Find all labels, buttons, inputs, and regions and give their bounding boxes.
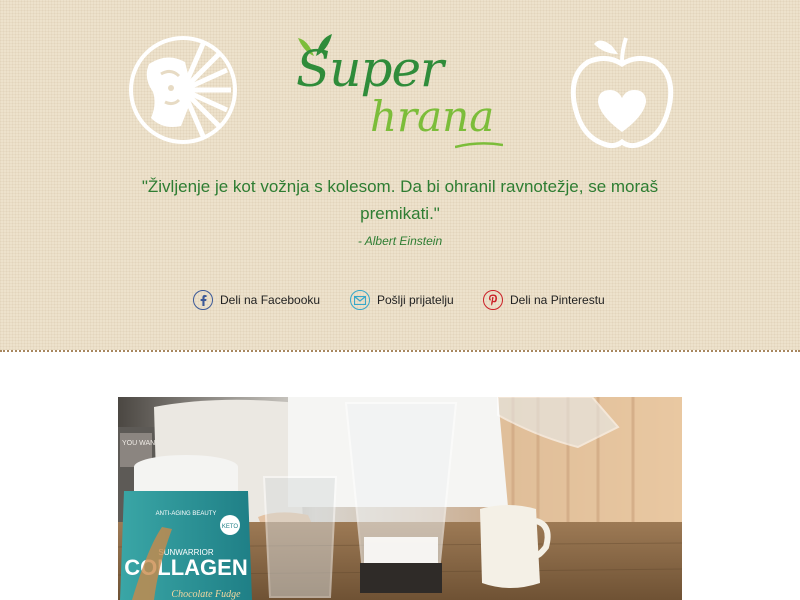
header-divider (0, 350, 800, 352)
share-email-label: Pošlji prijatelju (377, 293, 454, 307)
facebook-icon (193, 290, 213, 310)
brand-swoosh (455, 142, 503, 149)
article-photo[interactable]: YOU WANT BEST ANTI-AGING BEAUTY SUNWARRI… (118, 397, 682, 600)
share-pinterest-label: Deli na Pinterestu (510, 293, 605, 307)
product-flavor: Chocolate Fudge (171, 589, 241, 600)
quote-author: - Albert Einstein (357, 234, 443, 248)
apple-heart-logo-icon (570, 37, 674, 149)
share-facebook-label: Deli na Facebooku (220, 293, 321, 307)
product-badge: KETO (222, 524, 239, 530)
share-pinterest-link[interactable]: Deli na Pinterestu (483, 288, 605, 312)
newsletter-header: Super hrana "Življenje je kot vožnja s k… (0, 0, 800, 350)
brand-logo[interactable]: Super hrana (290, 30, 515, 155)
share-facebook-link[interactable]: Deli na Facebooku (193, 288, 320, 312)
pinterest-icon (483, 290, 503, 310)
brand-word-hrana: hrana (370, 92, 495, 141)
quote-text: "Življenje je kot vožnja s kolesom. Da b… (141, 177, 659, 223)
envelope-icon (350, 290, 370, 310)
sun-face-logo-icon (129, 36, 237, 144)
share-email-link[interactable]: Pošlji prijatelju (350, 288, 454, 312)
brand-word-super: Super (296, 40, 444, 98)
product-tagline: ANTI-AGING BEAUTY (156, 511, 217, 517)
